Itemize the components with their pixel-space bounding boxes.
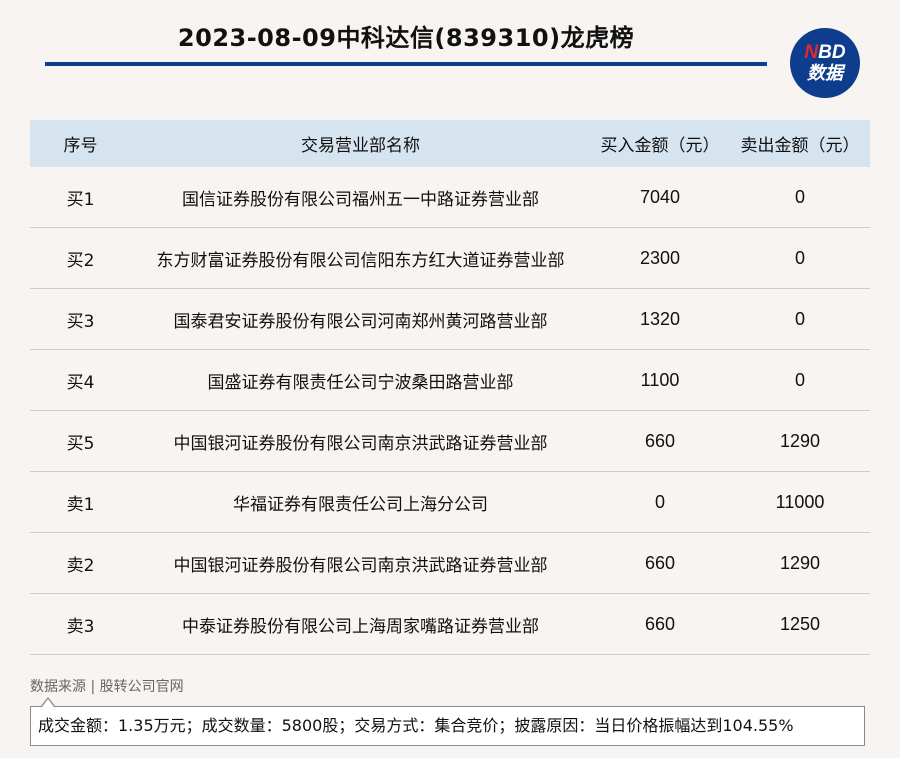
row-seq: 买3 xyxy=(30,288,131,350)
row-buy-amount: 660 xyxy=(590,532,730,594)
row-sell-amount: 0 xyxy=(730,167,870,228)
row-seq: 卖1 xyxy=(30,471,131,533)
row-seq: 买4 xyxy=(30,349,131,411)
row-buy-amount: 0 xyxy=(590,471,730,533)
row-branch-name: 国信证券股份有限公司福州五一中路证券营业部 xyxy=(131,167,590,228)
logo-bottom-text: 数据 xyxy=(807,62,843,83)
row-buy-amount: 2300 xyxy=(590,227,730,289)
row-buy-amount: 1100 xyxy=(590,349,730,411)
table-row: 买5 中国银河证券股份有限公司南京洪武路证券营业部 660 1290 xyxy=(30,410,870,472)
row-seq: 买5 xyxy=(30,410,131,472)
nbd-logo: NBD 数据 xyxy=(790,28,860,98)
table-row: 买1 国信证券股份有限公司福州五一中路证券营业部 7040 0 xyxy=(30,167,870,228)
row-branch-name: 中国银河证券股份有限公司南京洪武路证券营业部 xyxy=(131,410,590,472)
header-branch-name: 交易营业部名称 xyxy=(131,120,590,167)
header-seq: 序号 xyxy=(30,120,131,167)
dragon-tiger-table: 序号 交易营业部名称 买入金额（元） 卖出金额（元） 买1 国信证券股份有限公司… xyxy=(30,120,870,655)
row-sell-amount: 0 xyxy=(730,288,870,350)
row-buy-amount: 660 xyxy=(590,410,730,472)
row-seq: 买1 xyxy=(30,167,131,228)
table-header-row: 序号 交易营业部名称 买入金额（元） 卖出金额（元） xyxy=(30,120,870,167)
page-title: 2023-08-09中科达信(839310)龙虎榜 xyxy=(177,24,635,52)
row-branch-name: 中泰证券股份有限公司上海周家嘴路证券营业部 xyxy=(131,593,590,655)
row-sell-amount: 0 xyxy=(730,227,870,289)
table-row: 买3 国泰君安证券股份有限公司河南郑州黄河路营业部 1320 0 xyxy=(30,288,870,350)
row-branch-name: 东方财富证券股份有限公司信阳东方红大道证券营业部 xyxy=(131,227,590,289)
row-buy-amount: 1320 xyxy=(590,288,730,350)
header-sell-amount: 卖出金额（元） xyxy=(730,120,870,167)
row-branch-name: 国盛证券有限责任公司宁波桑田路营业部 xyxy=(131,349,590,411)
row-branch-name: 国泰君安证券股份有限公司河南郑州黄河路营业部 xyxy=(131,288,590,350)
trade-summary-note: 成交金额：1.35万元；成交数量：5800股；交易方式：集合竞价；披露原因：当日… xyxy=(30,706,865,746)
table-row: 卖1 华福证券有限责任公司上海分公司 0 11000 xyxy=(30,471,870,533)
row-buy-amount: 660 xyxy=(590,593,730,655)
row-sell-amount: 11000 xyxy=(730,471,870,533)
logo-top-text: NBD xyxy=(804,41,846,63)
title-underline xyxy=(45,62,767,66)
table-row: 卖2 中国银河证券股份有限公司南京洪武路证券营业部 660 1290 xyxy=(30,532,870,594)
row-sell-amount: 0 xyxy=(730,349,870,411)
row-branch-name: 华福证券有限责任公司上海分公司 xyxy=(131,471,590,533)
row-sell-amount: 1250 xyxy=(730,593,870,655)
header-buy-amount: 买入金额（元） xyxy=(590,120,730,167)
row-branch-name: 中国银河证券股份有限公司南京洪武路证券营业部 xyxy=(131,532,590,594)
table-row: 卖3 中泰证券股份有限公司上海周家嘴路证券营业部 660 1250 xyxy=(30,593,870,655)
row-sell-amount: 1290 xyxy=(730,410,870,472)
note-pointer-fill xyxy=(42,699,54,707)
row-seq: 买2 xyxy=(30,227,131,289)
row-seq: 卖2 xyxy=(30,532,131,594)
row-seq: 卖3 xyxy=(30,593,131,655)
table-row: 买2 东方财富证券股份有限公司信阳东方红大道证券营业部 2300 0 xyxy=(30,227,870,289)
row-sell-amount: 1290 xyxy=(730,532,870,594)
data-source: 数据来源 | 股转公司官网 xyxy=(30,679,184,695)
row-buy-amount: 7040 xyxy=(590,167,730,228)
table-row: 买4 国盛证券有限责任公司宁波桑田路营业部 1100 0 xyxy=(30,349,870,411)
